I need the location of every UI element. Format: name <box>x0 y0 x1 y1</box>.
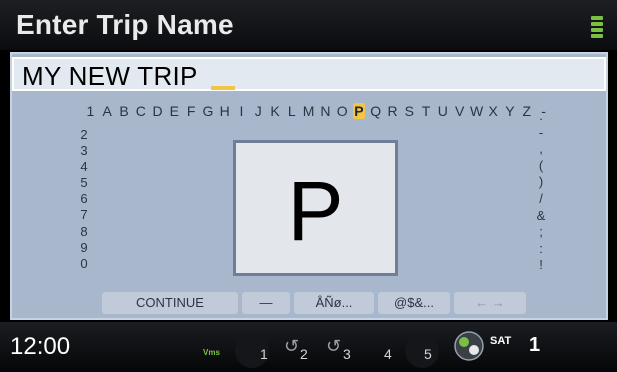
key-colon[interactable]: : <box>534 241 548 258</box>
trip-name-value: MY NEW TRIP <box>22 61 198 91</box>
arrows-button[interactable]: ← → <box>454 292 526 314</box>
space-button[interactable]: — <box>242 292 290 314</box>
key-period[interactable]: . <box>534 108 548 125</box>
key-s[interactable]: S <box>403 103 416 119</box>
key-x[interactable]: X <box>487 103 500 119</box>
key-q[interactable]: Q <box>369 103 382 119</box>
key-r[interactable]: R <box>386 103 399 119</box>
key-m[interactable]: M <box>302 103 315 119</box>
preview-letter: P <box>287 164 344 258</box>
key-i[interactable]: I <box>235 103 248 119</box>
rewind-icon: ↺ <box>326 336 342 356</box>
preset-3[interactable]: 3 <box>343 346 351 362</box>
sat-channel-number: 1 <box>529 334 541 356</box>
key-a[interactable]: A <box>101 103 114 119</box>
key-w[interactable]: W <box>470 103 483 119</box>
key-y[interactable]: Y <box>504 103 517 119</box>
continue-button[interactable]: CONTINUE <box>102 292 238 314</box>
status-bar <box>0 322 617 372</box>
key-d[interactable]: D <box>151 103 164 119</box>
text-cursor <box>211 86 235 90</box>
screen: Enter Trip Name MY NEW TRIP 1 A B C D E … <box>0 0 617 372</box>
key-hyphen[interactable]: - <box>534 125 548 142</box>
preset-2[interactable]: 2 <box>300 346 308 362</box>
key-o[interactable]: O <box>336 103 349 119</box>
trip-name-field[interactable]: MY NEW TRIP <box>12 57 606 91</box>
page-title: Enter Trip Name <box>16 9 234 40</box>
key-6[interactable]: 6 <box>77 191 91 207</box>
key-3[interactable]: 3 <box>77 143 91 159</box>
sat-band-label: SAT <box>490 335 512 347</box>
key-comma[interactable]: , <box>534 141 548 158</box>
key-t[interactable]: T <box>420 103 433 119</box>
symbol-column: . - , ( ) / & ; : ! <box>534 108 548 274</box>
key-k[interactable]: K <box>269 103 282 119</box>
signal-bars-icon <box>591 16 603 38</box>
mode-indicator: Vms <box>203 348 220 357</box>
sat-radio-icon <box>454 331 484 361</box>
key-close-paren[interactable]: ) <box>534 174 548 191</box>
specials-button[interactable]: @$&... <box>378 292 450 314</box>
key-ampersand[interactable]: & <box>534 208 548 225</box>
key-v[interactable]: V <box>453 103 466 119</box>
key-5[interactable]: 5 <box>77 175 91 191</box>
key-z[interactable]: Z <box>520 103 533 119</box>
letter-row: 1 A B C D E F G H I J K L M N O P Q R S … <box>84 103 550 125</box>
key-0[interactable]: 0 <box>77 256 91 272</box>
key-exclamation[interactable]: ! <box>534 257 548 274</box>
key-4[interactable]: 4 <box>77 159 91 175</box>
preset-5[interactable]: 5 <box>424 346 432 362</box>
key-1[interactable]: 1 <box>84 103 97 119</box>
clock: 12:00 <box>10 333 71 360</box>
key-slash[interactable]: / <box>534 191 548 208</box>
key-n[interactable]: N <box>319 103 332 119</box>
key-7[interactable]: 7 <box>77 207 91 223</box>
accents-button[interactable]: ÅÑø... <box>294 292 374 314</box>
key-e[interactable]: E <box>168 103 181 119</box>
key-open-paren[interactable]: ( <box>534 158 548 175</box>
key-b[interactable]: B <box>118 103 131 119</box>
key-f[interactable]: F <box>185 103 198 119</box>
key-p-selected[interactable]: P <box>352 103 366 119</box>
key-j[interactable]: J <box>252 103 265 119</box>
title-bar: Enter Trip Name <box>0 0 617 50</box>
digit-column: 2 3 4 5 6 7 8 9 0 <box>77 127 91 272</box>
key-2[interactable]: 2 <box>77 127 91 143</box>
key-l[interactable]: L <box>285 103 298 119</box>
key-semicolon[interactable]: ; <box>534 224 548 241</box>
key-8[interactable]: 8 <box>77 224 91 240</box>
rewind-icon: ↺ <box>284 336 300 356</box>
key-h[interactable]: H <box>218 103 231 119</box>
selected-letter-preview: P <box>233 140 398 276</box>
preset-4[interactable]: 4 <box>384 346 392 362</box>
key-c[interactable]: C <box>134 103 147 119</box>
key-g[interactable]: G <box>201 103 214 119</box>
key-9[interactable]: 9 <box>77 240 91 256</box>
key-u[interactable]: U <box>436 103 449 119</box>
preset-5-bg <box>405 334 439 368</box>
preset-1[interactable]: 1 <box>260 346 268 362</box>
